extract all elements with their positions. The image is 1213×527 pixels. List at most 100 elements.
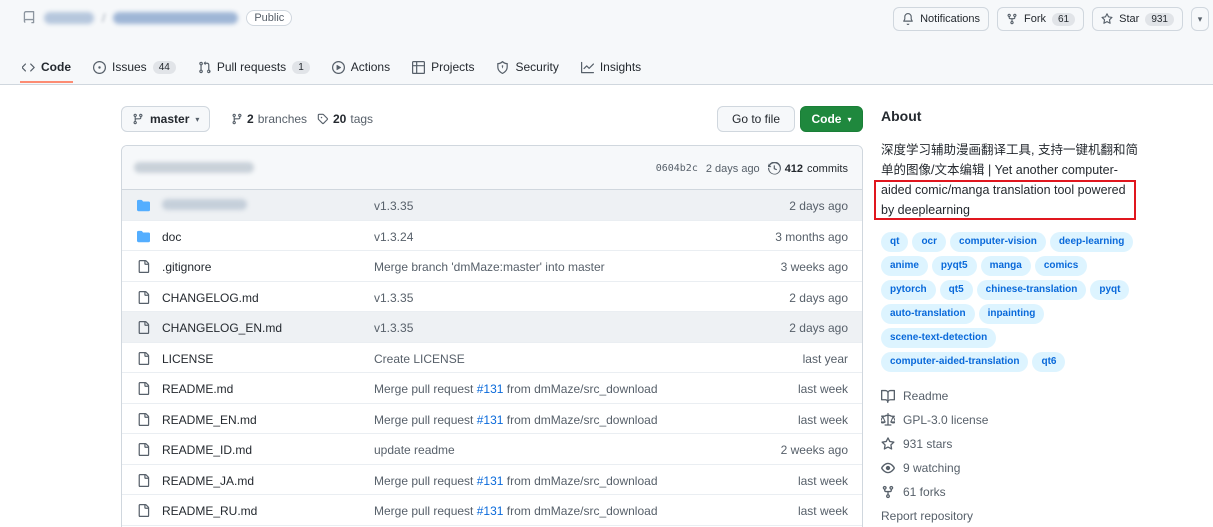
commit-message-link[interactable]: v1.3.35 (374, 291, 413, 305)
branch-selector[interactable]: master ▾ (121, 106, 211, 132)
commit-message-link[interactable]: Create LICENSE (374, 352, 465, 366)
file-row[interactable]: CHANGELOG_EN.md v1.3.35 2 days ago (122, 312, 862, 343)
topic-tag[interactable]: scene-text-detection (881, 328, 997, 348)
topic-tag[interactable]: comics (1034, 256, 1088, 276)
file-icon (138, 443, 150, 456)
topic-tag[interactable]: ocr (912, 232, 947, 252)
file-name-link[interactable]: README.md (162, 382, 233, 396)
topic-tag[interactable]: deep-learning (1049, 232, 1134, 252)
tab-issues[interactable]: Issues 44 (93, 56, 176, 78)
folder-icon (137, 230, 150, 242)
tags-link[interactable]: 20 tags (317, 112, 373, 126)
commit-message-link[interactable]: Merge pull request #131 from dmMaze/src_… (374, 382, 658, 396)
commits-link[interactable]: 412 commits (767, 162, 848, 175)
file-name-link[interactable]: README_ID.md (162, 443, 252, 457)
file-name-link[interactable]: CHANGELOG.md (162, 291, 259, 305)
commit-message-link[interactable]: update readme (374, 443, 455, 457)
tab-pull-requests[interactable]: Pull requests 1 (198, 56, 310, 78)
topic-tag[interactable]: inpainting (978, 304, 1045, 324)
topic-tag[interactable]: anime (881, 256, 928, 276)
watching-link[interactable]: 9 watching (881, 456, 1141, 480)
license-link[interactable]: GPL-3.0 license (881, 408, 1141, 432)
forks-link[interactable]: 61 forks (881, 480, 1141, 504)
file-name-link[interactable]: README_EN.md (162, 413, 257, 427)
pull-request-link[interactable]: #131 (477, 382, 504, 396)
fork-button[interactable]: Fork 61 (997, 7, 1085, 31)
visibility-badge: Public (246, 10, 293, 26)
repo-tabs: Code Issues 44 Pull requests 1 Actions P… (20, 56, 641, 83)
stars-label: 931 stars (903, 437, 953, 451)
file-row[interactable]: CHANGELOG.md v1.3.35 2 days ago (122, 282, 862, 312)
file-row[interactable]: README_RU.md Merge pull request #131 fro… (122, 495, 862, 526)
topic-tag[interactable]: qt (881, 232, 909, 252)
file-row[interactable]: README_ID.md update readme 2 weeks ago (122, 434, 862, 465)
commit-message-text: Merge pull request (374, 412, 477, 427)
commit-sha-link[interactable]: 0604b2c (656, 163, 698, 174)
tab-projects[interactable]: Projects (412, 56, 474, 78)
report-repository-link[interactable]: Report repository (881, 504, 1141, 527)
file-row[interactable]: README.md Merge pull request #131 from d… (122, 373, 862, 404)
file-name-link[interactable]: .gitignore (162, 260, 211, 274)
topic-tag[interactable]: computer-vision (950, 232, 1046, 252)
branch-icon (232, 113, 242, 125)
commit-message-link[interactable]: v1.3.35 (374, 199, 413, 213)
file-name-link[interactable]: LICENSE (162, 352, 213, 366)
shield-icon (497, 60, 509, 74)
commit-message-link[interactable]: v1.3.35 (374, 321, 413, 335)
commit-author-blurred[interactable] (134, 162, 254, 173)
forks-label: 61 forks (903, 485, 946, 499)
file-row[interactable]: .gitignore Merge branch 'dmMaze:master' … (122, 251, 862, 282)
file-name-link[interactable]: CHANGELOG_EN.md (162, 321, 282, 335)
tab-label: Pull requests (216, 60, 287, 74)
file-icon (138, 351, 150, 365)
commit-message-link[interactable]: Merge pull request #131 from dmMaze/src_… (374, 504, 658, 518)
file-row[interactable]: doc v1.3.24 3 months ago (122, 221, 862, 251)
go-to-file-button[interactable]: Go to file (717, 106, 795, 132)
fork-icon (1007, 13, 1017, 25)
commit-message-link[interactable]: Merge branch 'dmMaze:master' into master (374, 260, 605, 274)
file-row[interactable]: README_JA.md Merge pull request #131 fro… (122, 465, 862, 495)
topic-tag[interactable]: computer-aided-translation (881, 352, 1029, 372)
topic-tag[interactable]: pyqt (1090, 280, 1130, 300)
code-dropdown-button[interactable]: Code ▾ (800, 106, 863, 132)
commit-message-text: Merge pull request (374, 504, 477, 518)
file-row[interactable]: v1.3.35 2 days ago (122, 190, 862, 221)
topic-tag[interactable]: pyqt5 (931, 256, 977, 276)
pull-request-link[interactable]: #131 (477, 413, 504, 427)
file-icon (138, 321, 150, 334)
tab-code[interactable]: Code (20, 56, 73, 83)
topic-tag[interactable]: auto-translation (881, 304, 975, 324)
repo-owner-link[interactable] (44, 12, 94, 24)
file-name-link[interactable]: README_RU.md (162, 504, 257, 518)
stars-link[interactable]: 931 stars (881, 432, 1141, 456)
star-list-dropdown[interactable]: ▾ (1191, 7, 1209, 31)
topic-tag[interactable]: qt6 (1032, 352, 1066, 372)
readme-link[interactable]: Readme (881, 384, 1141, 408)
file-row[interactable]: README_EN.md Merge pull request #131 fro… (122, 404, 862, 434)
fork-count: 61 (1052, 12, 1076, 26)
topic-tag[interactable]: pytorch (881, 280, 936, 300)
watching-label: 9 watching (903, 461, 961, 475)
commit-message-link[interactable]: v1.3.24 (374, 230, 413, 244)
commit-message-link[interactable]: Merge pull request #131 from dmMaze/src_… (374, 474, 658, 488)
branches-link[interactable]: 2 branches (231, 112, 307, 126)
pull-request-link[interactable]: #131 (477, 474, 504, 488)
pull-request-link[interactable]: #131 (477, 504, 504, 518)
tab-insights[interactable]: Insights (580, 56, 641, 78)
topic-tag[interactable]: qt5 (939, 280, 973, 300)
tab-actions[interactable]: Actions (331, 56, 390, 78)
star-button[interactable]: Star 931 (1092, 7, 1183, 31)
topic-tag[interactable]: chinese-translation (976, 280, 1087, 300)
code-icon (22, 62, 35, 72)
notifications-label: Notifications (920, 13, 980, 25)
latest-commit-bar: 0604b2c 2 days ago 412 commits (122, 146, 862, 190)
tab-security[interactable]: Security (496, 56, 559, 78)
notifications-button[interactable]: Notifications (893, 7, 989, 31)
file-name-link[interactable]: doc (162, 230, 181, 244)
commit-message-link[interactable]: Merge pull request #131 from dmMaze/src_… (374, 413, 658, 427)
topic-tag[interactable]: manga (980, 256, 1031, 276)
file-name-link[interactable] (162, 199, 247, 213)
file-row[interactable]: LICENSE Create LICENSE last year (122, 343, 862, 373)
file-name-link[interactable]: README_JA.md (162, 474, 254, 488)
repo-name-link[interactable] (113, 12, 239, 24)
